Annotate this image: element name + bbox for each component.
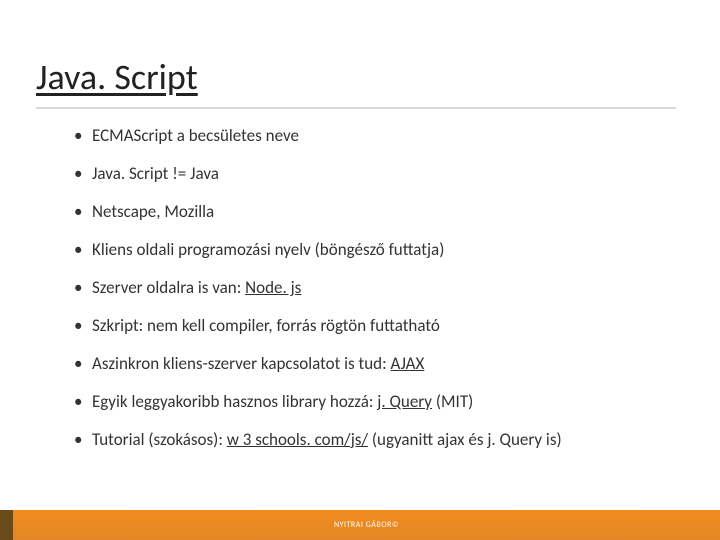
list-item: ECMAScript a becsületes neve: [92, 125, 680, 148]
bullet-list: ECMAScript a becsületes neve Java. Scrip…: [40, 125, 680, 451]
list-item: Egyik leggyakoribb hasznos library hozzá…: [92, 391, 680, 414]
bullet-text: Netscape, Mozilla: [92, 201, 214, 222]
title-divider: [36, 107, 676, 109]
footer-bar: NYITRAI GÁBOR©: [0, 510, 720, 540]
bullet-text-after: (ugyanitt ajax és j. Query is): [368, 429, 562, 450]
bullet-text: Kliens oldali programozási nyelv (böngés…: [92, 239, 444, 260]
bullet-link[interactable]: w 3 schools. com/js/: [227, 429, 368, 450]
bullet-text: ECMAScript a becsületes neve: [92, 125, 299, 146]
bullet-text: Egyik leggyakoribb hasznos library hozzá…: [92, 391, 377, 412]
bullet-text: Aszinkron kliens-szerver kapcsolatot is …: [92, 353, 390, 374]
bullet-link[interactable]: AJAX: [390, 353, 424, 374]
slide-title: Java. Script: [36, 55, 680, 99]
bullet-text: Szkript: nem kell compiler, forrás rögtö…: [92, 315, 440, 336]
list-item: Kliens oldali programozási nyelv (böngés…: [92, 239, 680, 262]
bullet-text: Java. Script != Java: [92, 163, 219, 184]
bullet-text: Tutorial (szokásos):: [92, 429, 227, 450]
bullet-link[interactable]: j. Query: [377, 391, 432, 412]
list-item: Netscape, Mozilla: [92, 201, 680, 224]
list-item: Tutorial (szokásos): w 3 schools. com/js…: [92, 429, 680, 452]
bullet-text-after: (MIT): [432, 391, 473, 412]
slide: Java. Script ECMAScript a becsületes nev…: [0, 0, 720, 540]
footer-text: NYITRAI GÁBOR©: [13, 510, 720, 540]
list-item: Szerver oldalra is van: Node. js: [92, 277, 680, 300]
bullet-text: Szerver oldalra is van:: [92, 277, 245, 298]
footer-accent: [0, 510, 13, 540]
list-item: Java. Script != Java: [92, 163, 680, 186]
list-item: Szkript: nem kell compiler, forrás rögtö…: [92, 315, 680, 338]
list-item: Aszinkron kliens-szerver kapcsolatot is …: [92, 353, 680, 376]
bullet-link[interactable]: Node. js: [245, 277, 301, 298]
